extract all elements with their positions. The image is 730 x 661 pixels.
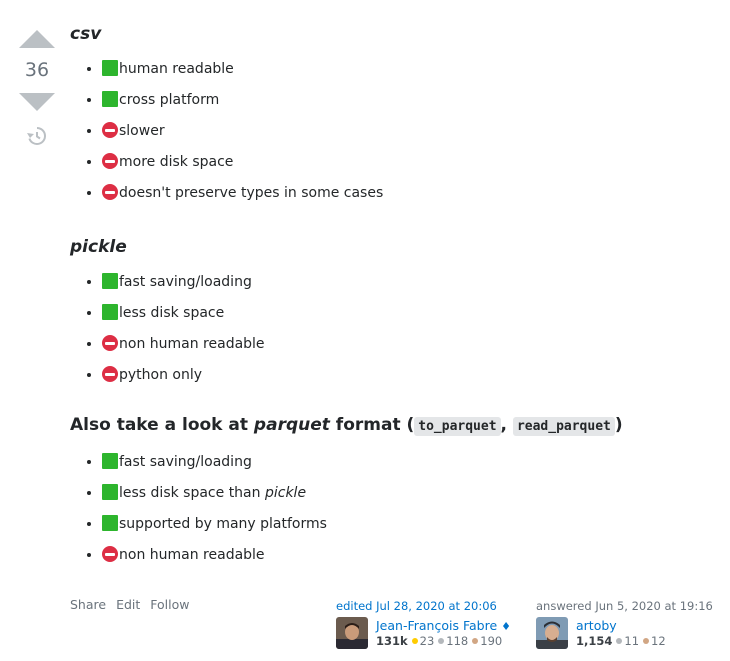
share-link[interactable]: Share bbox=[70, 597, 106, 612]
bronze-badge-icon bbox=[643, 638, 650, 644]
list-item: non human readable bbox=[102, 329, 720, 360]
list-item: fast saving/loading bbox=[102, 447, 720, 478]
author-name[interactable]: artoby bbox=[576, 618, 617, 633]
upvote-button[interactable] bbox=[19, 30, 55, 48]
list-item: supported by many platforms bbox=[102, 509, 720, 540]
editor-signature: edited Jul 28, 2020 at 20:06 Jean-Franço… bbox=[336, 598, 516, 649]
moderator-diamond-icon: ♦ bbox=[501, 620, 512, 633]
follow-link[interactable]: Follow bbox=[150, 597, 189, 612]
no-entry-icon bbox=[102, 335, 118, 351]
list-item: slower bbox=[102, 116, 720, 147]
csv-list: human readable cross platform slower mor… bbox=[70, 54, 720, 209]
editor-name[interactable]: Jean-François Fabre ♦ bbox=[376, 618, 511, 633]
user-avatar-icon bbox=[536, 617, 568, 649]
list-item: cross platform bbox=[102, 85, 720, 116]
code-to-parquet: to_parquet bbox=[414, 417, 501, 436]
user-avatar-icon bbox=[336, 617, 368, 649]
check-icon bbox=[102, 60, 118, 76]
downvote-button[interactable] bbox=[19, 93, 55, 111]
check-icon bbox=[102, 91, 118, 107]
author-signature: answered Jun 5, 2020 at 19:16 artoby 1,1… bbox=[536, 598, 726, 649]
section-title-pickle: pickle bbox=[70, 237, 127, 257]
check-icon bbox=[102, 453, 118, 469]
list-item: python only bbox=[102, 360, 720, 391]
bronze-badge-icon bbox=[472, 638, 479, 644]
vote-score: 36 bbox=[24, 59, 50, 81]
list-item: fast saving/loading bbox=[102, 267, 720, 298]
check-icon bbox=[102, 515, 118, 531]
section-title-parquet: Also take a look at parquet format (to_p… bbox=[70, 415, 623, 436]
no-entry-icon bbox=[102, 122, 118, 138]
silver-badge-icon bbox=[616, 638, 623, 644]
avatar[interactable] bbox=[336, 617, 368, 649]
editor-reputation: 131k 23 118 190 bbox=[376, 634, 503, 648]
vote-cell: 36 bbox=[18, 30, 56, 151]
answer-body: csv human readable cross platform slower… bbox=[70, 22, 720, 571]
list-item: more disk space bbox=[102, 147, 720, 178]
check-icon bbox=[102, 484, 118, 500]
silver-badge-icon bbox=[438, 638, 445, 644]
list-item: less disk space than pickle bbox=[102, 478, 720, 509]
list-item: human readable bbox=[102, 54, 720, 85]
list-item: less disk space bbox=[102, 298, 720, 329]
gold-badge-icon bbox=[411, 638, 418, 644]
list-item: non human readable bbox=[102, 540, 720, 571]
list-item: doesn't preserve types in some cases bbox=[102, 178, 720, 209]
author-reputation: 1,154 11 12 bbox=[576, 634, 666, 648]
history-icon[interactable] bbox=[26, 125, 48, 147]
post-actions: Share Edit Follow bbox=[70, 597, 195, 612]
answered-timestamp[interactable]: answered Jun 5, 2020 at 19:16 bbox=[536, 598, 726, 614]
no-entry-icon bbox=[102, 546, 118, 562]
avatar[interactable] bbox=[536, 617, 568, 649]
section-title-csv: csv bbox=[70, 24, 102, 44]
pickle-list: fast saving/loading less disk space non … bbox=[70, 267, 720, 391]
check-icon bbox=[102, 304, 118, 320]
no-entry-icon bbox=[102, 153, 118, 169]
check-icon bbox=[102, 273, 118, 289]
no-entry-icon bbox=[102, 184, 118, 200]
code-read-parquet: read_parquet bbox=[512, 417, 615, 436]
no-entry-icon bbox=[102, 366, 118, 382]
parquet-list: fast saving/loading less disk space than… bbox=[70, 447, 720, 571]
edited-timestamp[interactable]: edited Jul 28, 2020 at 20:06 bbox=[336, 598, 516, 614]
edit-link[interactable]: Edit bbox=[116, 597, 140, 612]
